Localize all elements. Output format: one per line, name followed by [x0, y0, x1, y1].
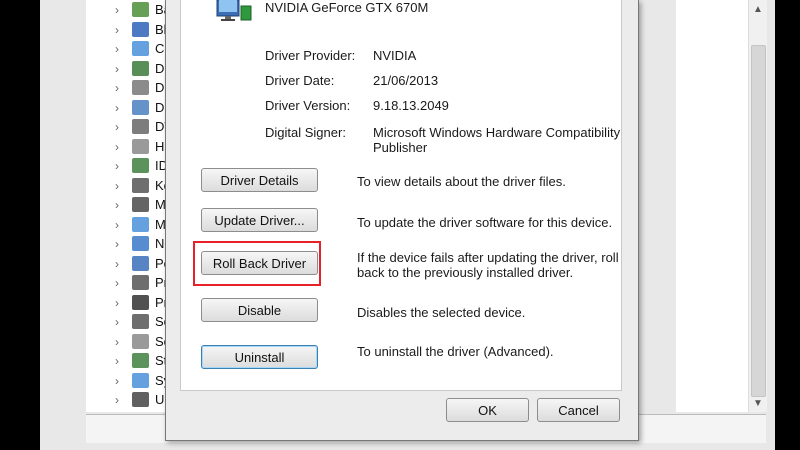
scroll-down-icon[interactable]: ▼: [753, 398, 763, 409]
monitor-icon: [132, 216, 149, 232]
bluetooth-icon: [132, 21, 149, 37]
device-name: NVIDIA GeForce GTX 670M: [265, 0, 429, 15]
update-driver-description: To update the driver software for this d…: [357, 215, 613, 230]
update-driver-button[interactable]: Update Driver...: [201, 208, 318, 232]
expand-chevron-icon[interactable]: ›: [115, 3, 127, 17]
expand-chevron-icon[interactable]: ›: [115, 393, 127, 407]
expand-chevron-icon[interactable]: ›: [115, 335, 127, 349]
expand-chevron-icon[interactable]: ›: [115, 198, 127, 212]
device-tree-right-area: [676, 0, 748, 412]
digital-signer-label: Digital Signer:: [265, 125, 346, 140]
system-device-icon: [132, 372, 149, 388]
keyboard-icon: [132, 177, 149, 193]
digital-signer-value-line1: Microsoft Windows Hardware Compatibility: [373, 125, 621, 140]
expand-chevron-icon[interactable]: ›: [115, 276, 127, 290]
portable-device-icon: [132, 255, 149, 271]
expand-chevron-icon[interactable]: ›: [115, 159, 127, 173]
driver-version-value: 9.18.13.2049: [373, 98, 449, 113]
software-device-icon: [132, 314, 149, 329]
uninstall-button[interactable]: Uninstall: [201, 345, 318, 369]
display-adapter-icon: [216, 0, 252, 21]
digital-media-icon: [132, 60, 149, 76]
printer-icon: [132, 275, 149, 290]
disable-button[interactable]: Disable: [201, 298, 318, 322]
expand-chevron-icon[interactable]: ›: [115, 23, 127, 37]
sound-icon: [132, 333, 149, 349]
driver-details-description: To view details about the driver files.: [357, 174, 566, 189]
roll-back-driver-description-line2: back to the previously installed driver.: [357, 265, 574, 280]
driver-version-label: Driver Version:: [265, 98, 351, 113]
network-adapter-icon: [132, 236, 149, 251]
scrollbar-thumb[interactable]: [751, 45, 766, 397]
vertical-scrollbar[interactable]: ▲ ▼: [748, 0, 767, 412]
expand-chevron-icon[interactable]: ›: [115, 237, 127, 251]
disk-drive-icon: [132, 80, 149, 95]
driver-tab-panel: NVIDIA GeForce GTX 670M Driver Provider:…: [180, 0, 622, 391]
scroll-up-icon[interactable]: ▲: [753, 4, 763, 15]
expand-chevron-icon[interactable]: ›: [115, 140, 127, 154]
ide-controller-icon: [132, 158, 149, 173]
left-black-bar: [0, 0, 40, 450]
expand-chevron-icon[interactable]: ›: [115, 42, 127, 56]
usb-icon: [132, 392, 149, 407]
expand-chevron-icon[interactable]: ›: [115, 62, 127, 76]
expand-chevron-icon[interactable]: ›: [115, 101, 127, 115]
roll-back-driver-description-line1: If the device fails after updating the d…: [357, 250, 619, 265]
expand-chevron-icon[interactable]: ›: [115, 81, 127, 95]
display-adapter-icon: [132, 99, 149, 115]
driver-date-value: 21/06/2013: [373, 73, 439, 88]
mouse-icon: [132, 197, 149, 212]
driver-provider-value: NVIDIA: [373, 48, 417, 63]
driver-properties-dialog: NVIDIA GeForce GTX 670M Driver Provider:…: [165, 0, 639, 441]
computer-icon: [132, 41, 149, 56]
roll-back-highlight-box: [193, 241, 321, 286]
dvd-drive-icon: [132, 119, 149, 134]
expand-chevron-icon[interactable]: ›: [115, 315, 127, 329]
ok-button[interactable]: OK: [446, 398, 529, 422]
driver-details-button[interactable]: Driver Details: [201, 168, 318, 192]
expand-chevron-icon[interactable]: ›: [115, 179, 127, 193]
expand-chevron-icon[interactable]: ›: [115, 257, 127, 271]
disable-description: Disables the selected device.: [357, 305, 526, 320]
battery-icon: [132, 2, 149, 17]
processor-icon: [132, 294, 149, 310]
uninstall-description: To uninstall the driver (Advanced).: [357, 344, 554, 359]
digital-signer-value-line2: Publisher: [373, 140, 428, 155]
cancel-button[interactable]: Cancel: [537, 398, 620, 422]
expand-chevron-icon[interactable]: ›: [115, 354, 127, 368]
right-black-bar: [775, 0, 800, 450]
expand-chevron-icon[interactable]: ›: [115, 296, 127, 310]
expand-chevron-icon[interactable]: ›: [115, 374, 127, 388]
storage-controller-icon: [132, 353, 149, 368]
expand-chevron-icon[interactable]: ›: [115, 218, 127, 232]
human-interface-icon: [132, 138, 149, 154]
driver-date-label: Driver Date:: [265, 73, 335, 88]
expand-chevron-icon[interactable]: ›: [115, 120, 127, 134]
driver-provider-label: Driver Provider:: [265, 48, 356, 63]
